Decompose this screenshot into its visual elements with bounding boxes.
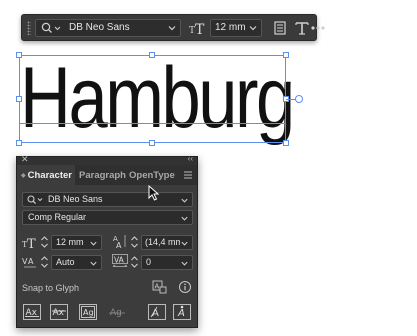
resize-handle-top-right[interactable] — [283, 52, 289, 58]
kerning-value: Auto — [56, 257, 75, 267]
more-options-icon[interactable] — [311, 19, 327, 37]
context-task-bar: DB Neo Sans T T 12 mm — [21, 14, 325, 41]
font-size-icon: T T — [22, 237, 36, 249]
svg-text:Ag: Ag — [83, 308, 94, 317]
tab-label: Paragraph — [79, 170, 126, 181]
tab-opentype[interactable]: OpenType — [129, 165, 183, 185]
kerning-field[interactable]: Auto — [51, 255, 102, 270]
chevron-down-icon[interactable] — [167, 23, 177, 33]
kerning-stepper[interactable] — [40, 255, 49, 269]
resize-handle-bottom-center[interactable] — [149, 140, 155, 146]
tracking-field[interactable]: 0 — [141, 255, 193, 270]
text-baseline — [19, 123, 286, 124]
font-family-value: DB Neo Sans — [69, 22, 130, 33]
snap-x-height-button[interactable]: Ax — [50, 304, 68, 320]
panel-font-size-field[interactable]: 12 mm — [51, 235, 102, 250]
text-frame-bounding-box[interactable] — [19, 55, 286, 143]
tab-character[interactable]: ◆ Character — [17, 165, 75, 185]
panel-tabs: ◆ Character Paragraph OpenType — [17, 165, 197, 185]
chevron-down-icon[interactable] — [180, 214, 189, 223]
panel-menu-icon[interactable] — [183, 171, 193, 179]
tracking-value: 0 — [146, 257, 152, 267]
chevron-down-icon[interactable] — [180, 239, 189, 248]
svg-text:Ax: Ax — [53, 308, 65, 318]
tab-label: Character — [27, 170, 72, 181]
font-size-field[interactable]: 12 mm — [210, 19, 262, 37]
panel-title-bar[interactable]: ✕ ‹‹ — [17, 154, 197, 165]
grip-handle[interactable] — [27, 21, 31, 35]
tab-label: OpenType — [129, 170, 175, 181]
resize-handle-bottom-right[interactable] — [283, 140, 289, 146]
font-size-value: 12 mm — [215, 22, 246, 33]
svg-text:T: T — [27, 237, 36, 249]
resize-handle-middle-left[interactable] — [16, 96, 22, 102]
chevron-down-icon[interactable] — [89, 259, 98, 268]
resize-handle-top-center[interactable] — [149, 52, 155, 58]
updown-arrows-icon: ◆ — [21, 173, 26, 179]
font-style-value: Comp Regular — [28, 212, 87, 222]
chevron-down-icon[interactable] — [180, 259, 189, 268]
chevron-down-icon[interactable] — [248, 23, 258, 33]
snap-angular-guides-button[interactable]: A — [148, 304, 166, 320]
search-icon — [27, 195, 43, 205]
svg-text:T: T — [195, 22, 205, 37]
rotation-handle[interactable] — [295, 95, 303, 103]
collapse-icon[interactable]: ‹‹ — [188, 154, 193, 163]
character-panel: ✕ ‹‹ ◆ Character Paragraph OpenType DB Ne… — [16, 154, 198, 328]
font-size-stepper[interactable] — [40, 235, 49, 249]
mouse-cursor-icon — [148, 185, 160, 201]
resize-handle-bottom-left[interactable] — [16, 140, 22, 146]
snap-baseline-button[interactable]: Ax — [23, 304, 41, 320]
svg-text:A: A — [155, 283, 160, 291]
snap-glyph-options-icon[interactable]: A — [152, 280, 168, 294]
font-style-field[interactable]: Comp Regular — [22, 210, 193, 225]
snap-to-glyph-label: Snap to Glyph — [22, 283, 80, 293]
svg-text:A: A — [116, 241, 122, 249]
snap-glyph-bounds-button[interactable]: Ag — [79, 304, 97, 320]
paragraph-options-icon[interactable] — [271, 19, 289, 37]
close-icon[interactable]: ✕ — [21, 154, 29, 165]
font-size-icon: T T — [189, 22, 205, 37]
svg-text:A: A — [177, 308, 185, 319]
svg-text:A: A — [28, 257, 34, 266]
leading-icon: A A — [113, 235, 126, 249]
panel-font-family-field[interactable]: DB Neo Sans — [22, 192, 193, 207]
tracking-stepper[interactable] — [130, 255, 139, 269]
kerning-icon: V A — [22, 257, 36, 268]
leading-field[interactable]: (14,4 mm — [141, 235, 193, 250]
search-icon — [41, 22, 61, 33]
snap-anchor-point-button[interactable]: A — [173, 304, 191, 320]
svg-text:VA: VA — [114, 256, 125, 265]
snap-proximity-guides-button[interactable]: Ag — [108, 304, 126, 320]
tab-paragraph[interactable]: Paragraph — [79, 165, 129, 185]
leading-value: (14,4 mm — [145, 237, 184, 247]
font-size-value: 12 mm — [56, 237, 84, 247]
font-family-field[interactable]: DB Neo Sans — [35, 19, 181, 37]
chevron-down-icon[interactable] — [180, 196, 189, 205]
font-family-value: DB Neo Sans — [48, 194, 103, 204]
character-options-icon[interactable] — [293, 19, 311, 37]
leading-stepper[interactable] — [130, 235, 139, 249]
resize-handle-top-left[interactable] — [16, 52, 22, 58]
chevron-down-icon[interactable] — [89, 239, 98, 248]
tracking-icon: VA — [112, 254, 128, 267]
info-icon[interactable] — [178, 280, 192, 294]
